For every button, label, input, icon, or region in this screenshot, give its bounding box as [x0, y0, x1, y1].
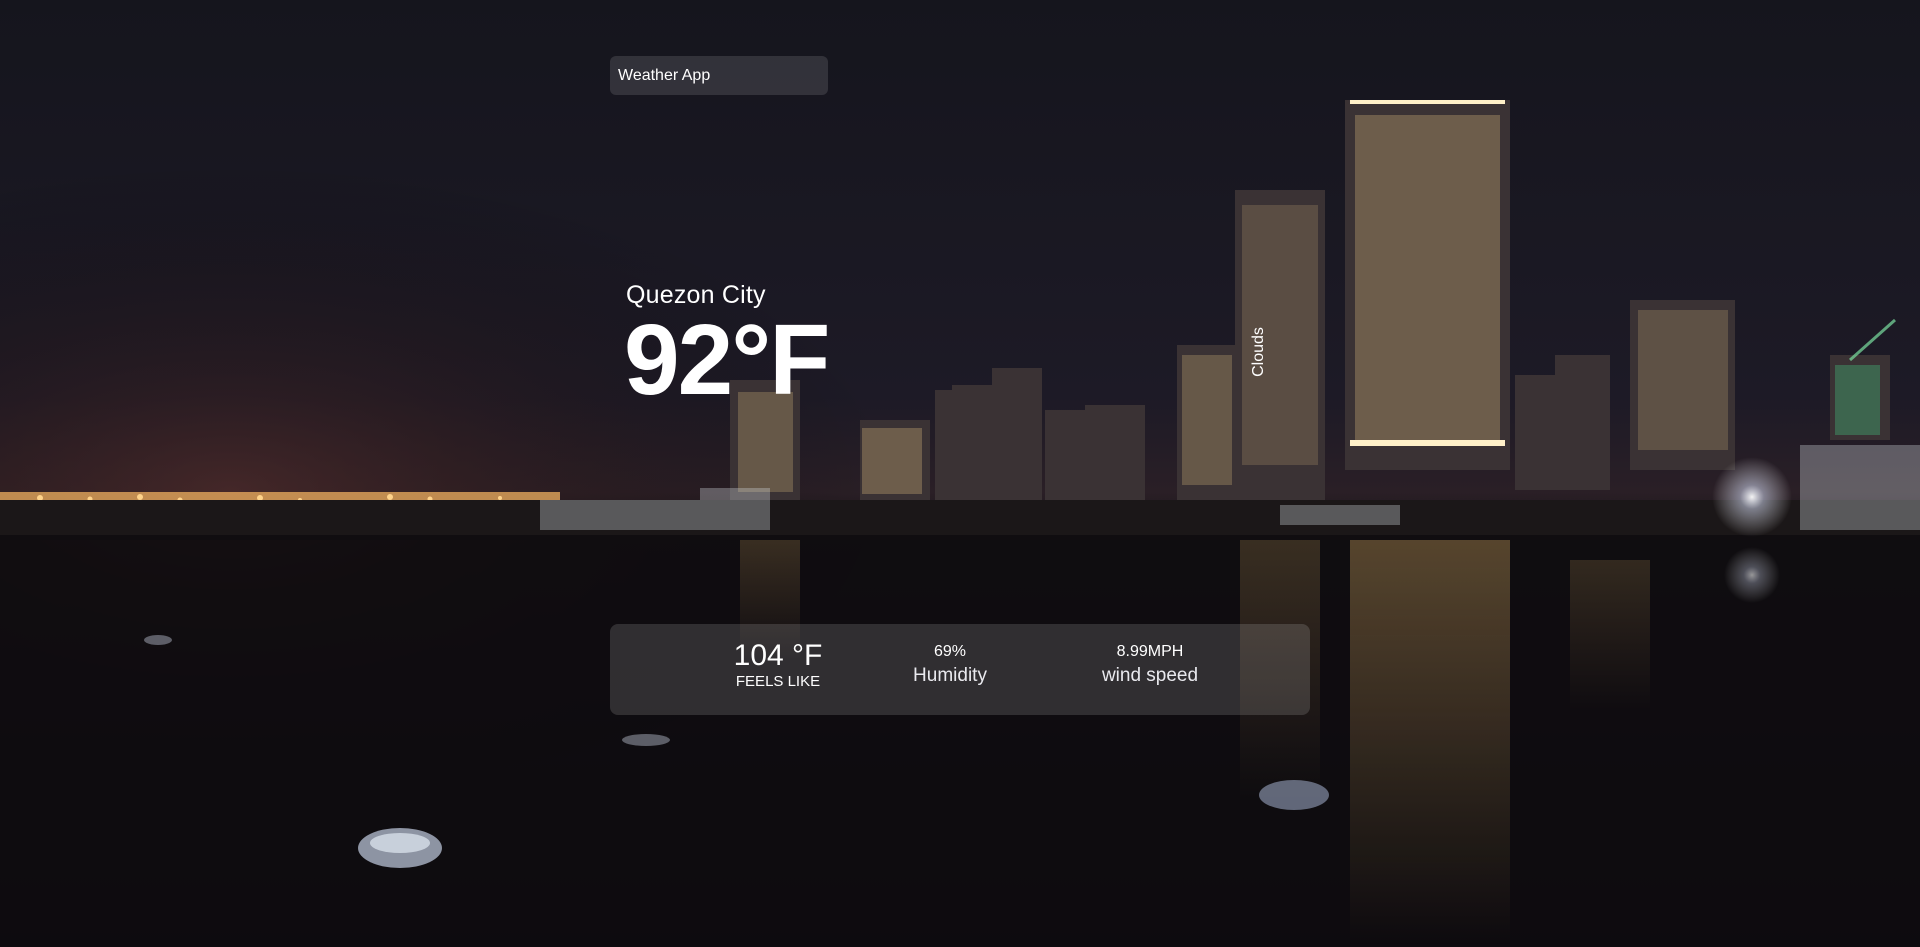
feels-like-label: FEELS LIKE [735, 673, 821, 690]
city-search-input[interactable] [610, 56, 828, 95]
wind-speed-value: 8.99MPH [1116, 643, 1184, 660]
weather-app: Quezon City 92°F Clouds 104 °F FEELS LIK… [0, 0, 1920, 947]
humidity-label: Humidity [913, 665, 987, 686]
feels-like-stat: 104 °F FEELS LIKE [718, 639, 838, 691]
humidity-stat: 69% Humidity [900, 641, 1000, 689]
weather-description: Clouds [1250, 327, 1267, 377]
current-temperature: 92°F [624, 304, 830, 416]
wind-speed-stat: 8.99MPH wind speed [1080, 641, 1220, 689]
humidity-value: 69% [933, 643, 967, 660]
weather-stats-panel: 104 °F FEELS LIKE 69% Humidity 8.99MPH w… [610, 624, 1310, 715]
feels-like-value: 104 °F [733, 639, 823, 672]
city-night-background [0, 0, 1920, 947]
wind-speed-label: wind speed [1101, 665, 1199, 686]
